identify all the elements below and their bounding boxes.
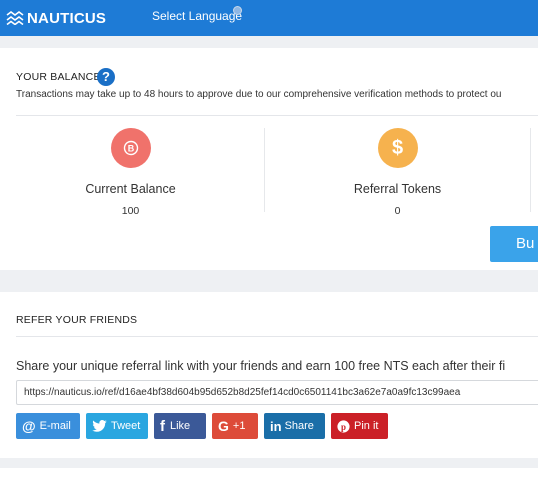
referral-description: Share your unique referral link with you… [16, 359, 506, 373]
referral-link-input[interactable] [16, 380, 538, 405]
stat-divider [264, 128, 265, 212]
top-navbar: NAUTICUS Select Language [0, 0, 538, 36]
logo-text: NAUTICUS [27, 9, 107, 27]
linkedin-share-button[interactable]: in Share [264, 413, 325, 439]
current-balance-stat: B Current Balance 100 [63, 128, 198, 217]
question-icon[interactable]: ? [97, 68, 115, 86]
stat-divider [530, 128, 531, 212]
balance-notice: Transactions may take up to 48 hours to … [16, 89, 502, 100]
select-language-dropdown[interactable]: Select Language [152, 9, 242, 23]
balance-title: YOUR BALANCE [16, 71, 101, 83]
tweet-share-label: Tweet [111, 420, 141, 432]
buy-button[interactable]: Bu [490, 226, 538, 262]
waves-icon [6, 11, 24, 25]
bitcoin-icon: B [110, 128, 151, 168]
google-plus-share-button[interactable]: G +1 [212, 413, 258, 439]
referral-tokens-label: Referral Tokens [353, 182, 442, 196]
pinterest-share-button[interactable]: p Pin it [331, 413, 388, 439]
google-plus-icon: G [218, 418, 229, 434]
like-share-button[interactable]: f Like [154, 413, 206, 439]
nauticus-logo[interactable]: NAUTICUS [6, 8, 106, 28]
referral-tokens-value: 0 [394, 205, 401, 217]
current-balance-label: Current Balance [85, 182, 176, 196]
divider [16, 336, 538, 337]
google-plus-share-label: +1 [232, 420, 246, 432]
tweet-share-button[interactable]: Tweet [86, 413, 148, 439]
like-share-label: Like [170, 420, 191, 432]
linkedin-icon: in [270, 418, 282, 434]
twitter-icon [92, 420, 107, 432]
svg-text:B: B [127, 143, 134, 153]
dollar-icon: $ [377, 128, 418, 168]
pinterest-icon: p [337, 419, 350, 433]
pinterest-share-label: Pin it [354, 420, 379, 432]
language-globe-icon [233, 6, 242, 15]
divider [16, 115, 538, 116]
refer-title: REFER YOUR FRIENDS [16, 314, 138, 326]
referral-tokens-stat: $ Referral Tokens 0 [330, 128, 465, 217]
facebook-icon: f [160, 417, 165, 435]
linkedin-share-label: Share [284, 420, 314, 432]
refer-friends-card: REFER YOUR FRIENDS Share your unique ref… [0, 292, 538, 458]
balance-card: YOUR BALANCE ? Transactions may take up … [0, 48, 538, 270]
next-card [0, 468, 538, 480]
email-icon: @ [22, 418, 36, 434]
email-share-label: E-mail [39, 420, 71, 432]
svg-text:p: p [341, 421, 346, 431]
email-share-button[interactable]: @ E-mail [16, 413, 80, 439]
current-balance-value: 100 [121, 205, 140, 217]
